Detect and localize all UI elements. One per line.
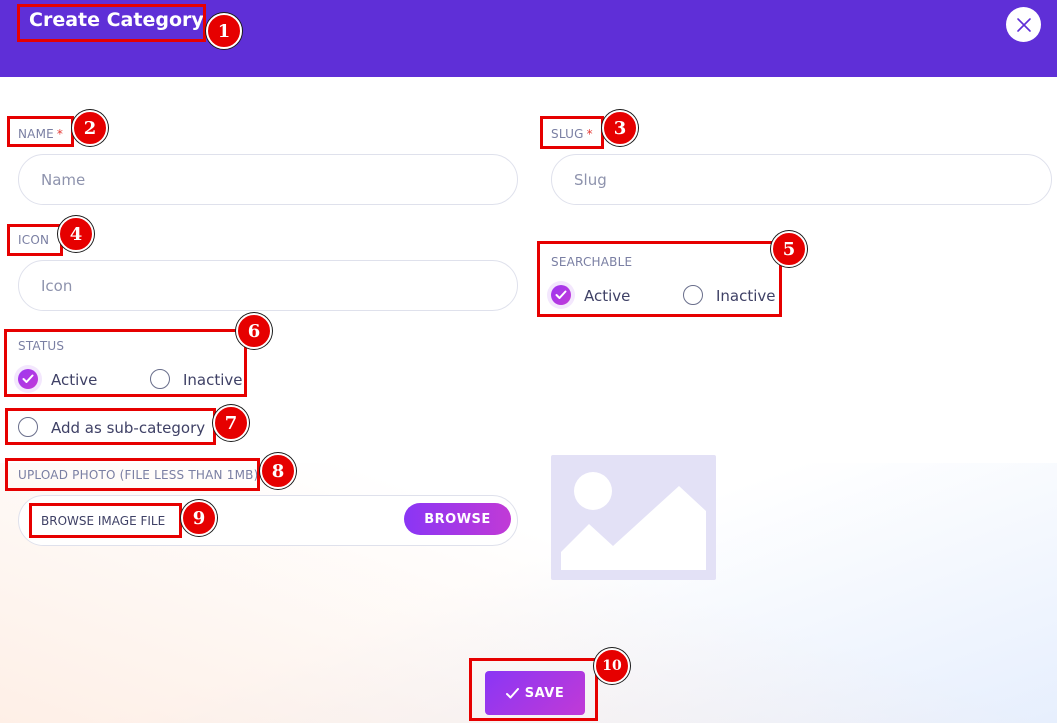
- name-label: NAME *: [18, 127, 63, 141]
- save-label: SAVE: [524, 685, 565, 701]
- upload-label: UPLOAD PHOTO (FILE LESS THAN 1MB): [18, 468, 259, 482]
- annotation-marker-7: 7: [213, 405, 249, 441]
- name-label-text: NAME: [18, 127, 54, 141]
- annotation-marker-5: 5: [771, 231, 807, 267]
- annotation-marker-8: 8: [260, 453, 296, 489]
- slug-label: SLUG *: [551, 127, 593, 141]
- required-mark: *: [586, 127, 593, 141]
- modal-body: NAME* SLUG* ICON SEARCHABLE Active Inact…: [0, 0, 1057, 723]
- status-active-radio[interactable]: [18, 369, 38, 389]
- check-icon: [555, 290, 567, 299]
- status-inactive-label[interactable]: Inactive: [183, 371, 243, 389]
- annotation-marker-9: 9: [181, 500, 217, 536]
- icon-input[interactable]: [18, 260, 518, 311]
- check-icon: [22, 374, 34, 383]
- slug-label-text: SLUG: [551, 127, 584, 141]
- status-label: STATUS: [18, 339, 65, 353]
- browse-button[interactable]: BROWSE: [404, 503, 511, 535]
- check-icon: [505, 687, 519, 698]
- searchable-inactive-label[interactable]: Inactive: [716, 287, 776, 305]
- file-name-text: BROWSE IMAGE FILE: [41, 514, 166, 528]
- searchable-label: SEARCHABLE: [551, 255, 633, 269]
- status-inactive-radio[interactable]: [150, 369, 170, 389]
- sub-category-label[interactable]: Add as sub-category: [51, 419, 205, 437]
- icon-label: ICON: [18, 233, 50, 247]
- searchable-active-label[interactable]: Active: [584, 287, 630, 305]
- annotation-marker-2: 2: [72, 110, 108, 146]
- annotation-marker-10: 10: [594, 648, 630, 684]
- save-button[interactable]: SAVE: [485, 671, 585, 715]
- required-mark: *: [56, 127, 64, 141]
- sub-category-checkbox[interactable]: [18, 417, 38, 437]
- annotation-marker-4: 4: [58, 216, 94, 252]
- status-active-label[interactable]: Active: [51, 371, 97, 389]
- annotation-marker-1: 1: [206, 13, 242, 49]
- image-placeholder: [551, 455, 716, 580]
- name-input[interactable]: [18, 154, 518, 205]
- searchable-inactive-radio[interactable]: [683, 285, 703, 305]
- searchable-active-radio[interactable]: [551, 285, 571, 305]
- annotation-marker-6: 6: [236, 313, 272, 349]
- image-icon: [561, 472, 706, 570]
- annotation-marker-3: 3: [602, 110, 638, 146]
- slug-input[interactable]: [551, 154, 1052, 205]
